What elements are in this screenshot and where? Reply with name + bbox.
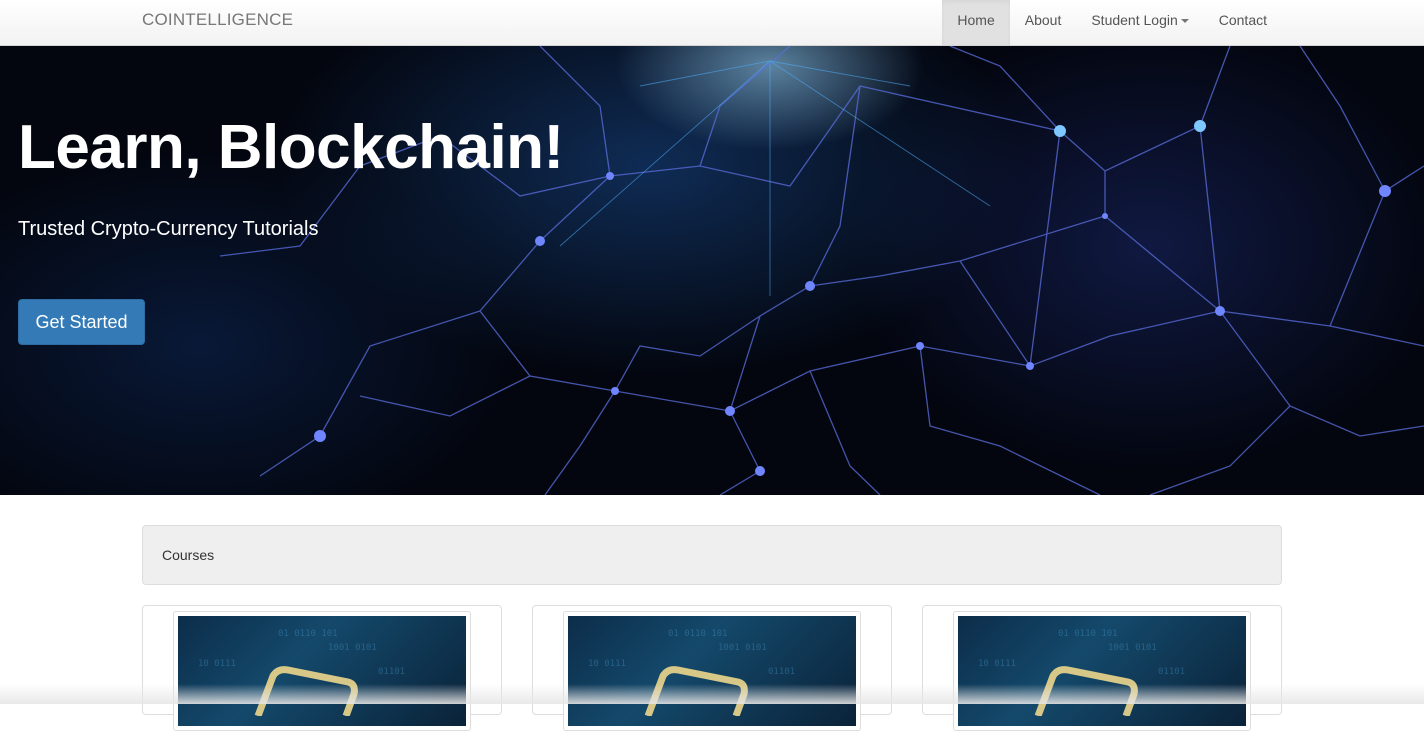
courses-heading: Courses [142, 525, 1282, 585]
get-started-button[interactable]: Get Started [18, 299, 145, 345]
svg-text:1001 0101: 1001 0101 [718, 643, 767, 653]
svg-text:10 0111: 10 0111 [978, 659, 1016, 669]
brand-logo[interactable]: COINTELLIGENCE [142, 0, 293, 45]
svg-text:1001 0101: 1001 0101 [1108, 643, 1157, 653]
nav-student-login[interactable]: Student Login [1076, 0, 1203, 45]
nav-about[interactable]: About [1010, 0, 1077, 45]
svg-text:01 0110 101: 01 0110 101 [278, 629, 338, 639]
svg-text:10 0111: 10 0111 [198, 659, 236, 669]
course-image: 01 0110 101 1001 0101 10 0111 01101 [958, 616, 1246, 726]
course-image: 01 0110 101 1001 0101 10 0111 01101 [568, 616, 856, 726]
svg-text:1001 0101: 1001 0101 [328, 643, 377, 653]
svg-text:10 0111: 10 0111 [588, 659, 626, 669]
hero-title: Learn, Blockchain! [18, 113, 564, 182]
svg-text:01101: 01101 [1158, 667, 1185, 677]
course-thumbnail[interactable]: 01 0110 101 1001 0101 10 0111 01101 [563, 611, 861, 731]
nav-contact[interactable]: Contact [1204, 0, 1282, 45]
nav-student-login-label: Student Login [1091, 12, 1178, 28]
svg-text:01101: 01101 [378, 667, 405, 677]
svg-text:01 0110 101: 01 0110 101 [668, 629, 728, 639]
nav-home[interactable]: Home [942, 0, 1010, 45]
svg-text:01101: 01101 [768, 667, 795, 677]
window-bottom-edge [0, 684, 1424, 704]
course-image: 01 0110 101 1001 0101 10 0111 01101 [178, 616, 466, 726]
svg-text:01 0110 101: 01 0110 101 [1058, 629, 1118, 639]
hero-banner: Learn, Blockchain! Trusted Crypto-Curren… [0, 46, 1424, 495]
caret-down-icon [1180, 19, 1189, 24]
course-thumbnail[interactable]: 01 0110 101 1001 0101 10 0111 01101 [953, 611, 1251, 731]
course-thumbnail[interactable]: 01 0110 101 1001 0101 10 0111 01101 [173, 611, 471, 731]
navbar: COINTELLIGENCE Home About Student Login … [0, 0, 1424, 46]
hero-subtitle: Trusted Crypto-Currency Tutorials [18, 218, 319, 240]
nav-menu: Home About Student Login Contact [942, 0, 1282, 45]
